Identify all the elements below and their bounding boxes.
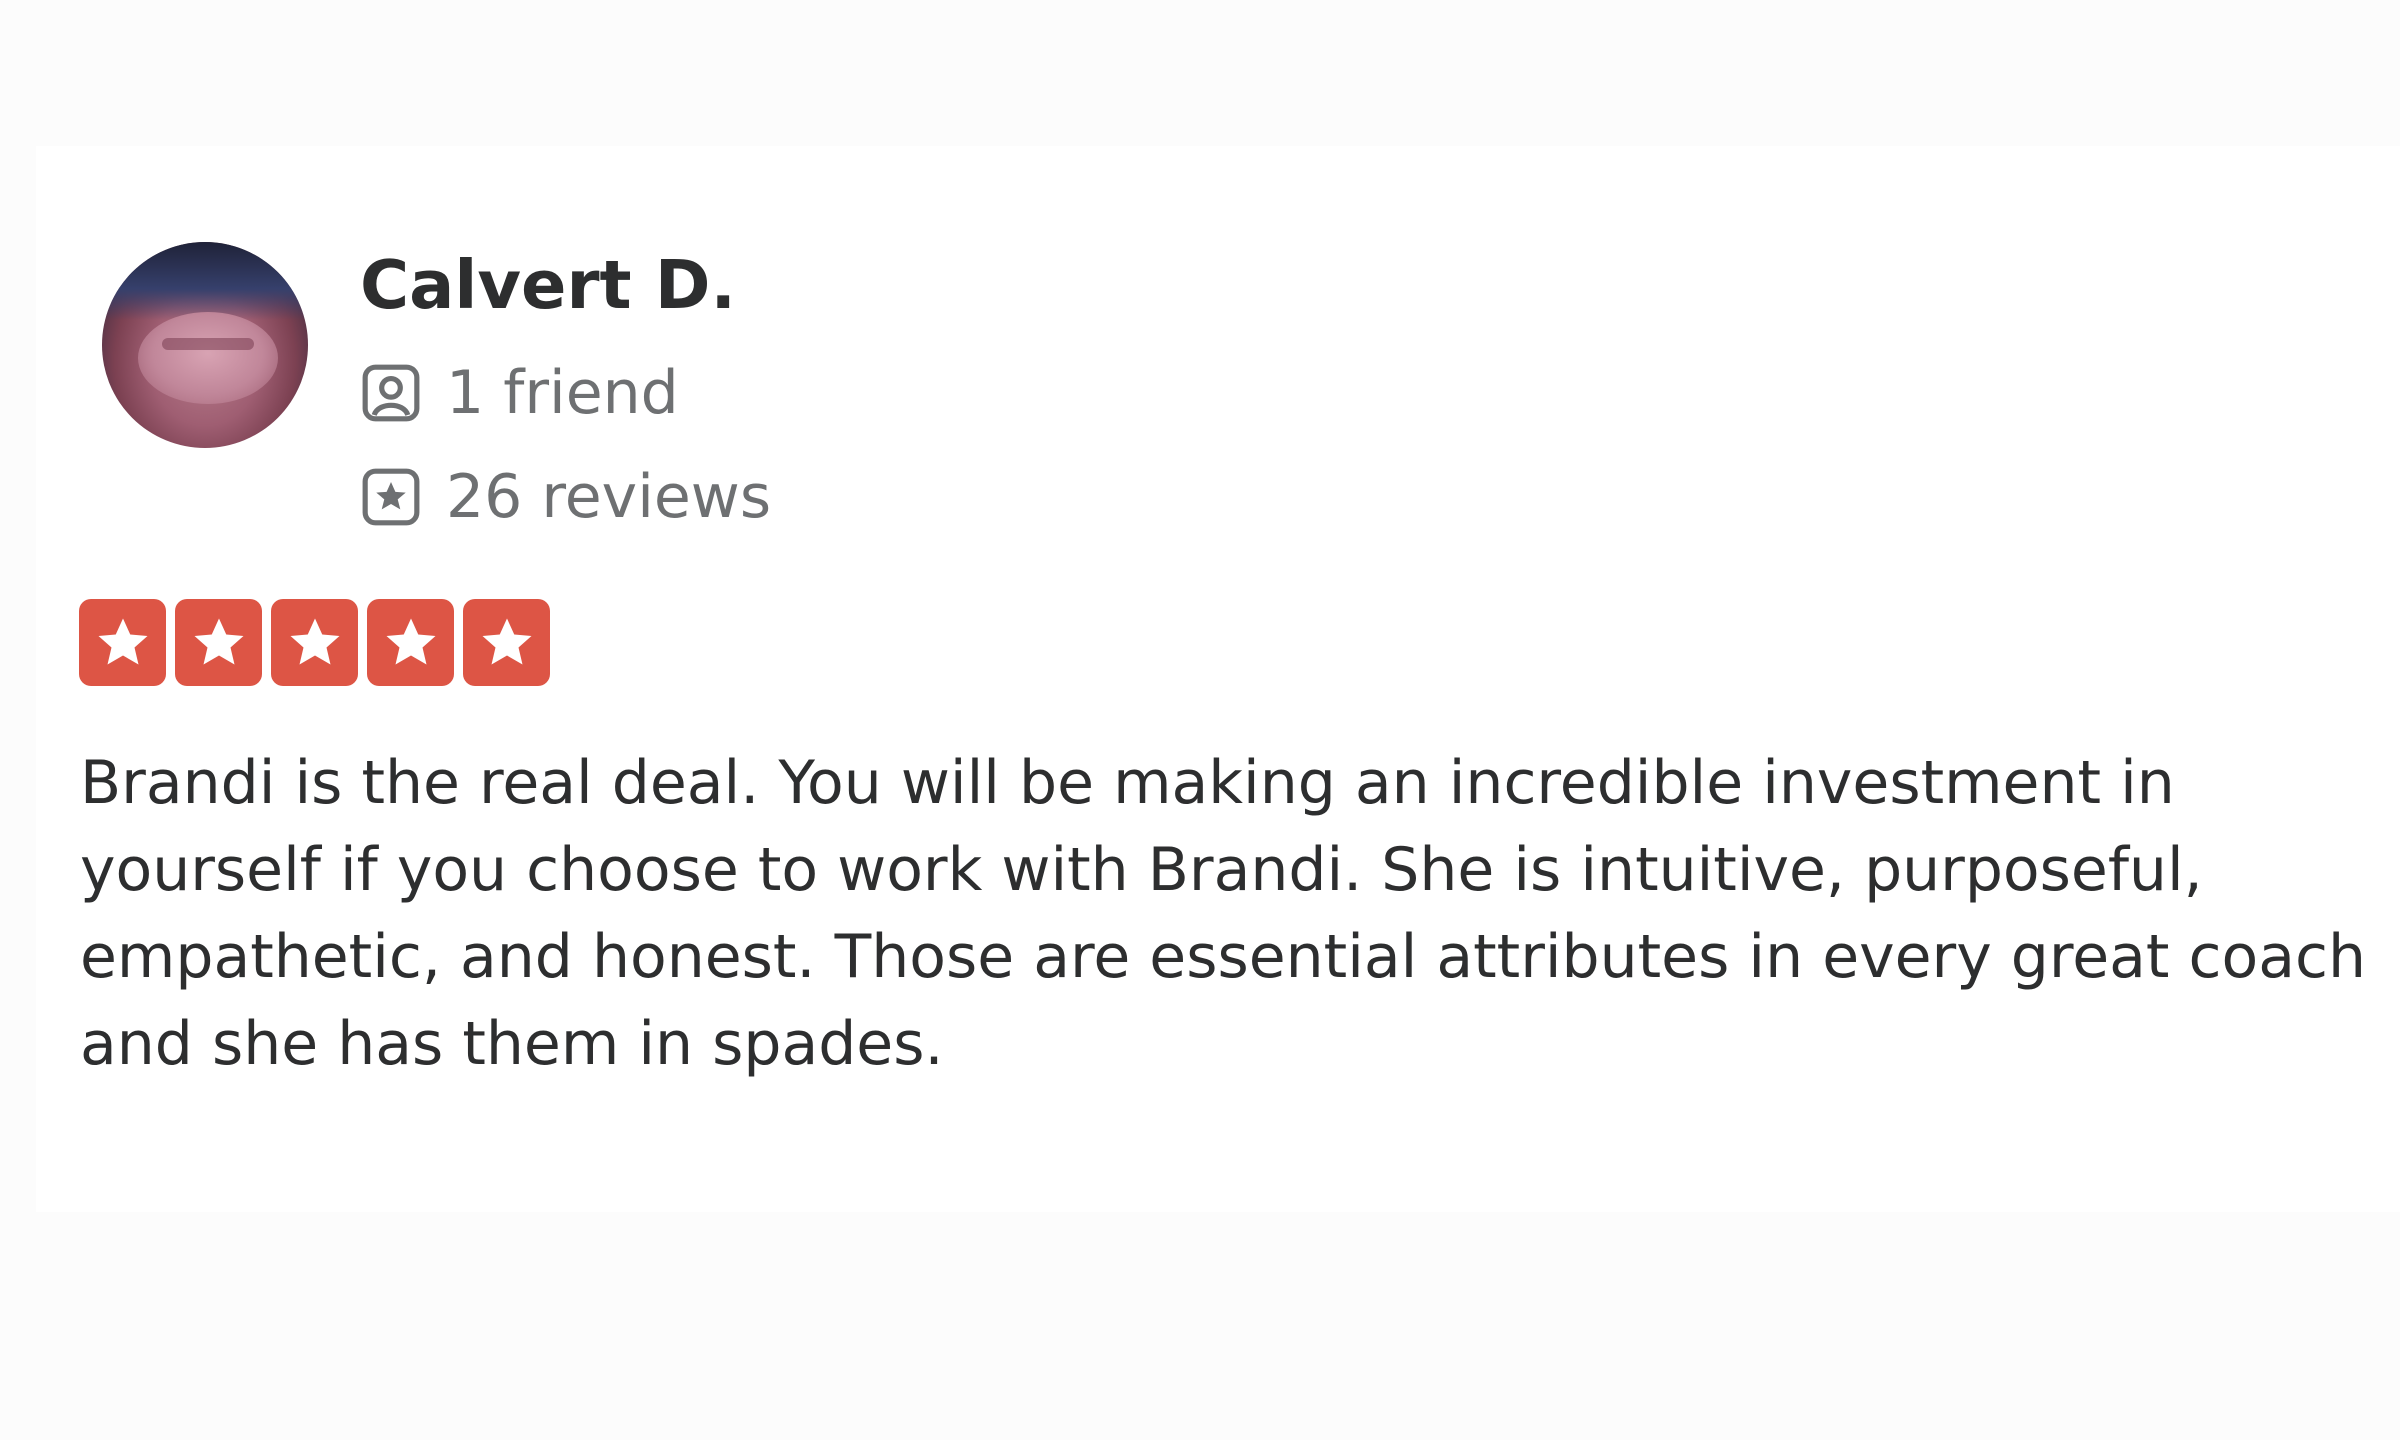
star-icon [98, 618, 147, 664]
avatar-face [138, 312, 278, 404]
review-star-icon [362, 468, 420, 526]
avatar[interactable] [102, 242, 308, 448]
star-icon [482, 618, 531, 664]
friend-icon [362, 364, 420, 422]
rating-star [271, 599, 358, 686]
star-icon [386, 618, 435, 664]
rating-star [463, 599, 550, 686]
review-count: 26 reviews [360, 462, 771, 532]
rating-star [367, 599, 454, 686]
star-icon [290, 618, 339, 664]
friend-count: 1 friend [360, 358, 679, 428]
avatar-hair [102, 242, 308, 320]
review-count-label: 26 reviews [446, 462, 772, 532]
review-text: Brandi is the real deal. You will be mak… [80, 748, 2366, 1079]
rating-star [79, 599, 166, 686]
avatar-eyes [162, 338, 254, 350]
friend-count-label: 1 friend [446, 358, 679, 428]
rating-star [175, 599, 262, 686]
star-icon [194, 618, 243, 664]
star-rating [79, 599, 550, 686]
reviewer-name[interactable]: Calvert D. [360, 252, 736, 319]
